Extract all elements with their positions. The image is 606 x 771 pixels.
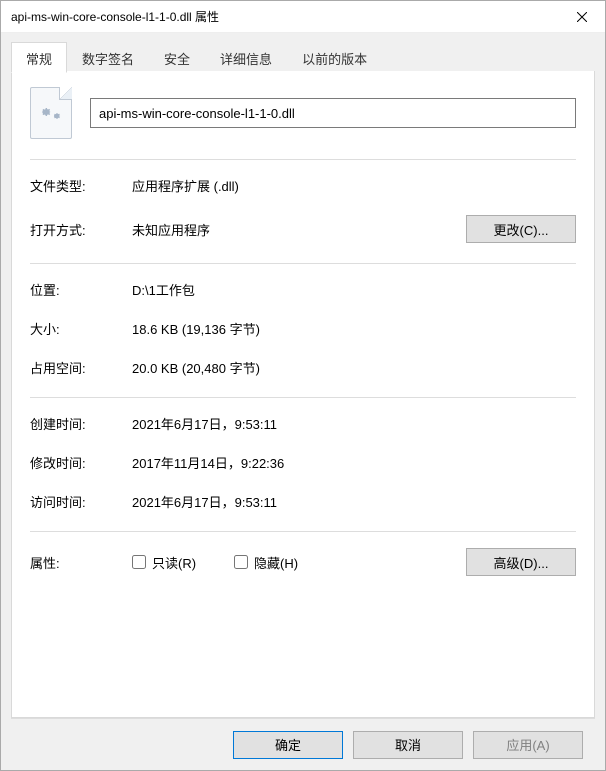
value-open-with: 未知应用程序 bbox=[132, 220, 456, 239]
content-area: 常规 数字签名 安全 详细信息 以前的版本 文件类型: 应用程序扩展 (.dll… bbox=[1, 33, 605, 770]
change-button[interactable]: 更改(C)... bbox=[466, 215, 576, 243]
tab-signatures[interactable]: 数字签名 bbox=[67, 42, 149, 72]
label-size: 大小: bbox=[30, 319, 132, 338]
label-size-on-disk: 占用空间: bbox=[30, 358, 132, 377]
label-attributes: 属性: bbox=[30, 553, 132, 572]
advanced-button[interactable]: 高级(D)... bbox=[466, 548, 576, 576]
tab-previous[interactable]: 以前的版本 bbox=[287, 42, 382, 72]
properties-window: api-ms-win-core-console-l1-1-0.dll 属性 常规… bbox=[0, 0, 606, 771]
hidden-input[interactable] bbox=[234, 555, 248, 569]
label-created: 创建时间: bbox=[30, 414, 132, 433]
titlebar: api-ms-win-core-console-l1-1-0.dll 属性 bbox=[1, 1, 605, 33]
readonly-input[interactable] bbox=[132, 555, 146, 569]
readonly-checkbox[interactable]: 只读(R) bbox=[132, 553, 196, 572]
label-file-type: 文件类型: bbox=[30, 176, 132, 195]
divider bbox=[30, 397, 576, 398]
value-file-type: 应用程序扩展 (.dll) bbox=[132, 176, 576, 195]
gear-icon bbox=[50, 110, 62, 122]
divider bbox=[30, 531, 576, 532]
divider bbox=[30, 263, 576, 264]
tab-security[interactable]: 安全 bbox=[149, 42, 205, 72]
tab-details[interactable]: 详细信息 bbox=[205, 42, 287, 72]
value-size-on-disk: 20.0 KB (20,480 字节) bbox=[132, 358, 576, 377]
close-button[interactable] bbox=[559, 1, 605, 33]
tabstrip: 常规 数字签名 安全 详细信息 以前的版本 bbox=[11, 42, 595, 72]
hidden-checkbox[interactable]: 隐藏(H) bbox=[234, 553, 298, 572]
label-accessed: 访问时间: bbox=[30, 492, 132, 511]
divider bbox=[30, 159, 576, 160]
general-panel: 文件类型: 应用程序扩展 (.dll) 打开方式: 未知应用程序 更改(C)..… bbox=[11, 71, 595, 718]
value-accessed: 2021年6月17日，9:53:11 bbox=[132, 492, 576, 511]
value-location: D:\1工作包 bbox=[132, 280, 576, 299]
hidden-label: 隐藏(H) bbox=[254, 553, 298, 572]
value-size: 18.6 KB (19,136 字节) bbox=[132, 319, 576, 338]
value-created: 2021年6月17日，9:53:11 bbox=[132, 414, 576, 433]
cancel-button[interactable]: 取消 bbox=[353, 731, 463, 759]
label-open-with: 打开方式: bbox=[30, 220, 132, 239]
close-icon bbox=[577, 12, 587, 22]
button-bar: 确定 取消 应用(A) bbox=[11, 718, 595, 770]
filename-input[interactable] bbox=[90, 98, 576, 128]
label-modified: 修改时间: bbox=[30, 453, 132, 472]
value-modified: 2017年11月14日，9:22:36 bbox=[132, 453, 576, 472]
ok-button[interactable]: 确定 bbox=[233, 731, 343, 759]
readonly-label: 只读(R) bbox=[152, 553, 196, 572]
file-type-icon bbox=[30, 87, 72, 139]
tab-general[interactable]: 常规 bbox=[11, 42, 67, 73]
apply-button[interactable]: 应用(A) bbox=[473, 731, 583, 759]
window-title: api-ms-win-core-console-l1-1-0.dll 属性 bbox=[11, 8, 219, 25]
label-location: 位置: bbox=[30, 280, 132, 299]
